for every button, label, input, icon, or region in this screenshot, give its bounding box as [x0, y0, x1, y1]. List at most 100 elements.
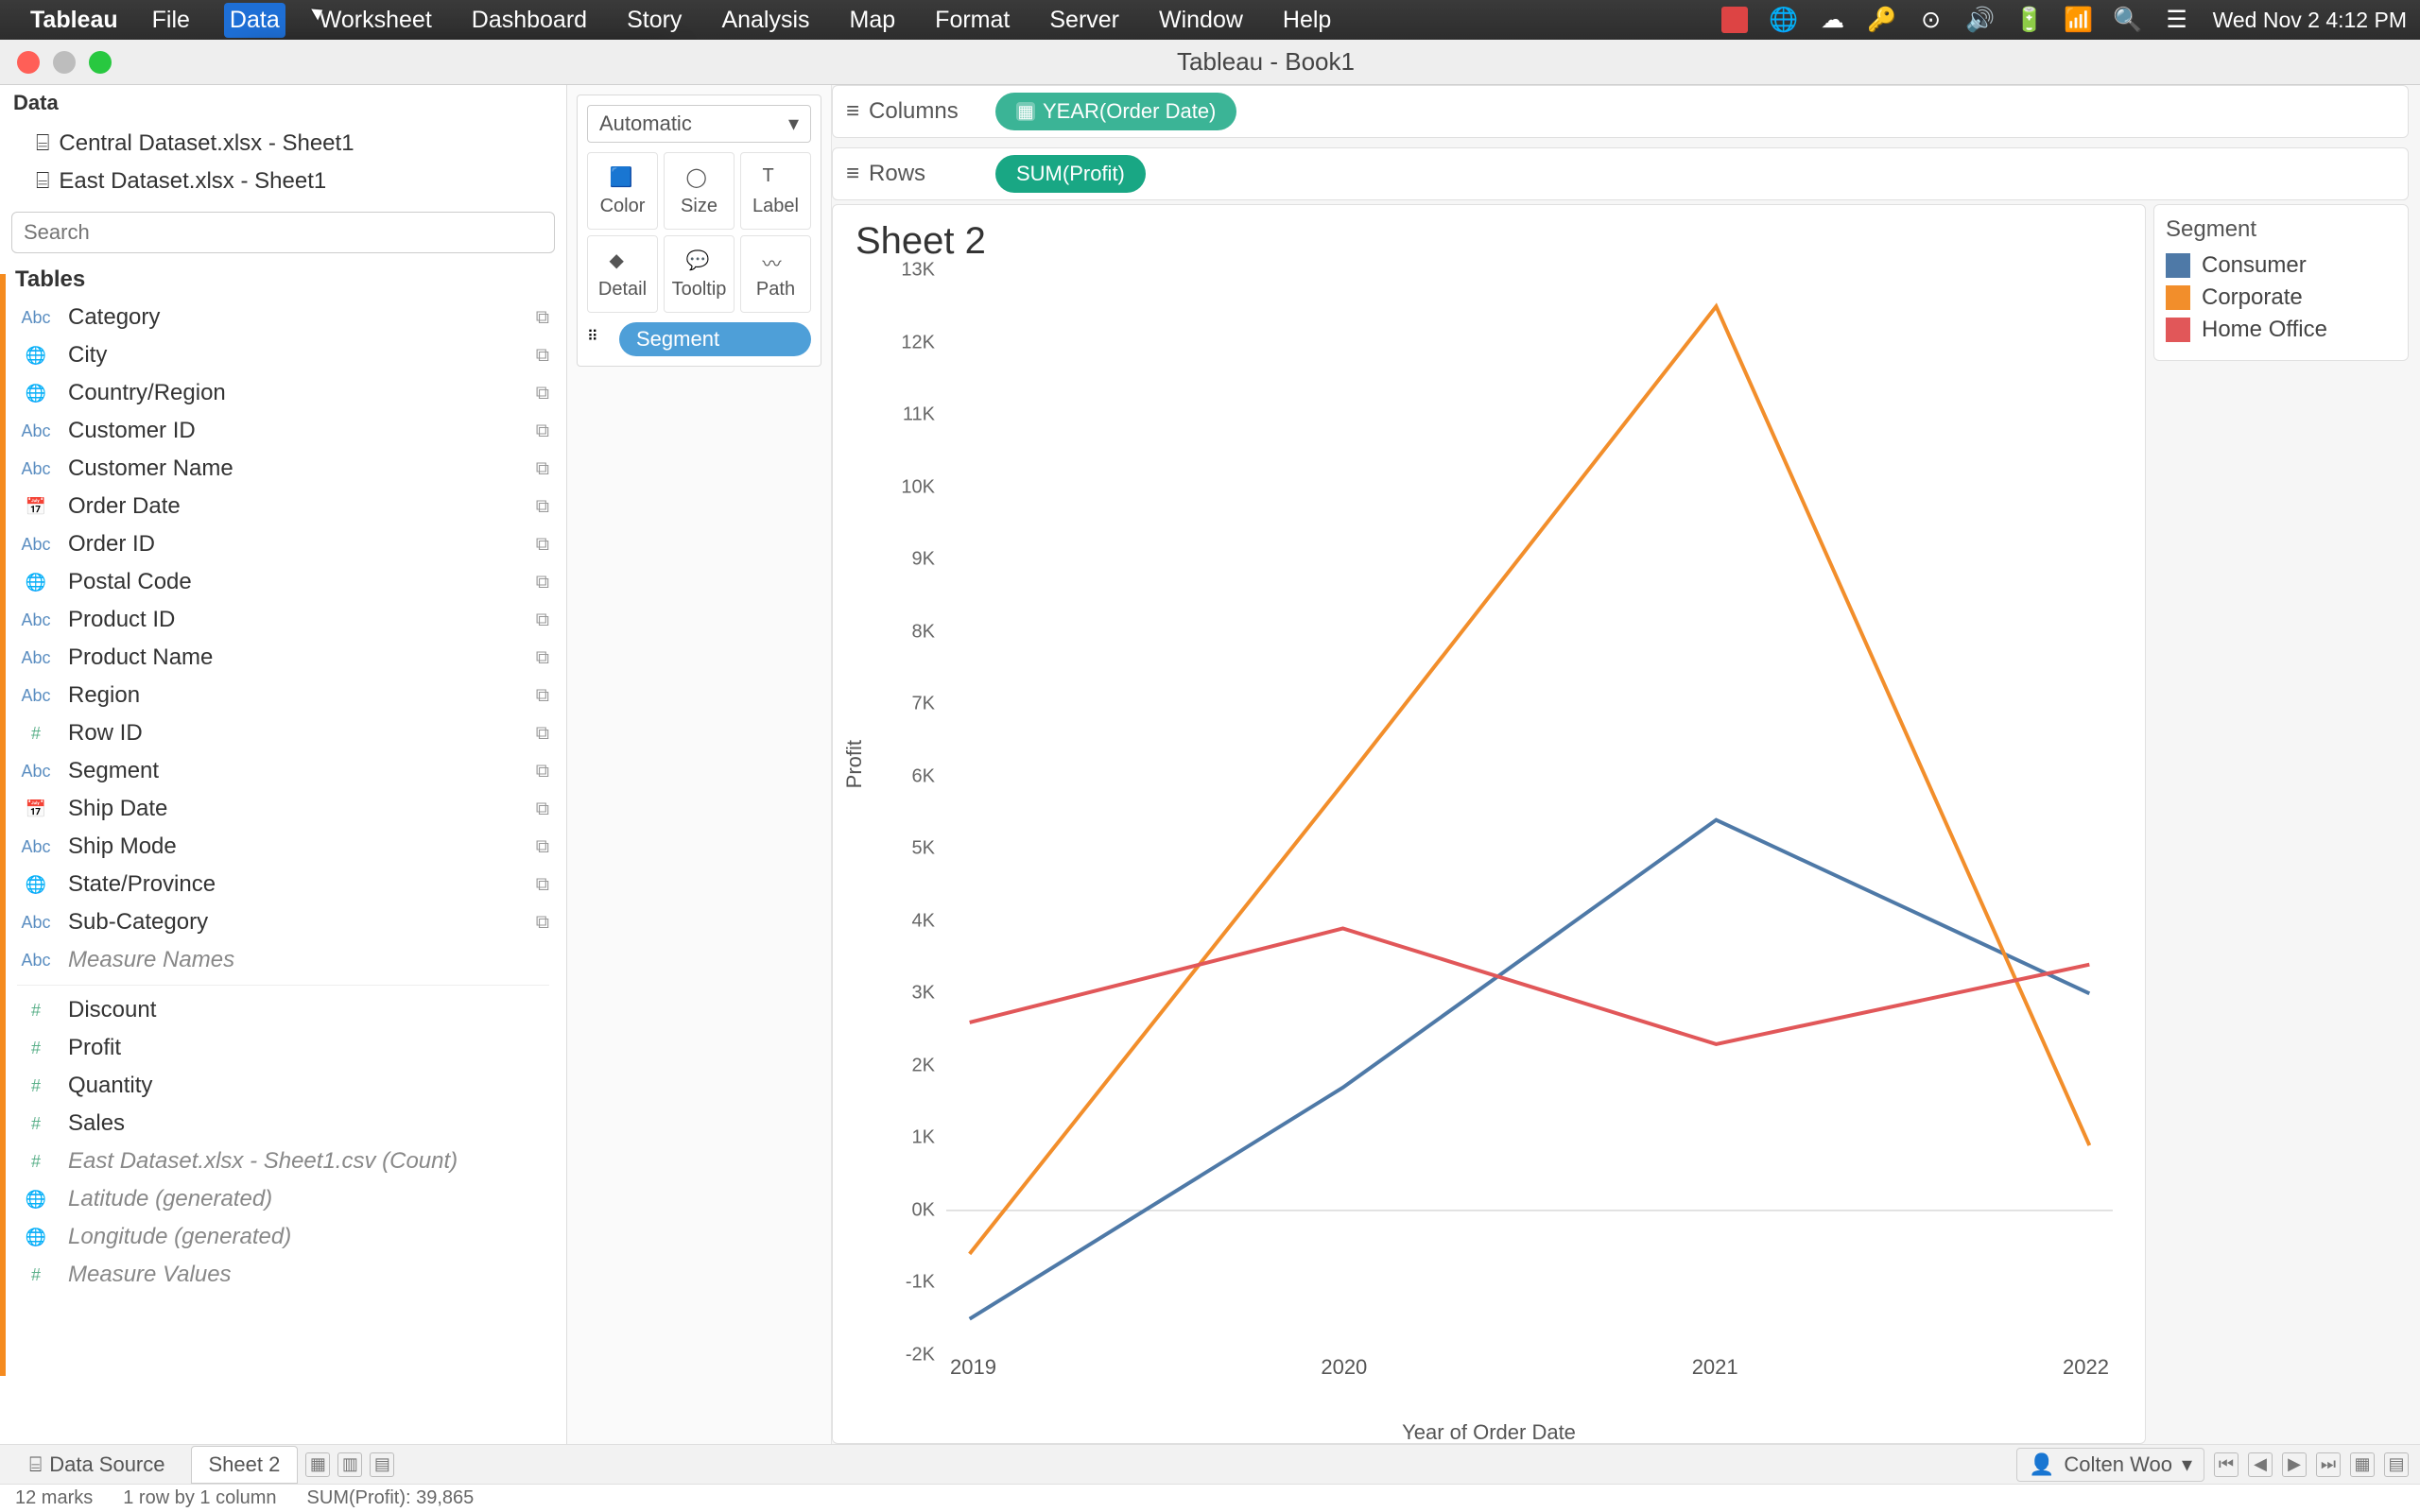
- menu-help[interactable]: Help: [1277, 3, 1337, 38]
- link-icon[interactable]: ⧉: [536, 534, 549, 556]
- marks-segment-pill[interactable]: Segment: [619, 322, 811, 356]
- nav-prev-button[interactable]: ◀: [2248, 1452, 2273, 1477]
- menu-analysis[interactable]: Analysis: [716, 3, 815, 38]
- new-dashboard-button[interactable]: ▥: [337, 1452, 362, 1477]
- nav-last-button[interactable]: ⏭: [2316, 1452, 2341, 1477]
- datasource-item[interactable]: ⌸East Dataset.xlsx - Sheet1: [8, 163, 559, 200]
- field-item[interactable]: #Row ID⧉: [0, 714, 566, 752]
- menu-story[interactable]: Story: [621, 3, 687, 38]
- link-icon[interactable]: ⧉: [536, 874, 549, 896]
- datasource-item[interactable]: ⌸Central Dataset.xlsx - Sheet1: [8, 125, 559, 163]
- sheet-title[interactable]: Sheet 2: [856, 220, 2122, 263]
- nav-first-button[interactable]: ⏮: [2214, 1452, 2238, 1477]
- tab-datasource[interactable]: ⌸Data Source: [11, 1446, 183, 1484]
- link-icon[interactable]: ⧉: [536, 458, 549, 480]
- link-icon[interactable]: ⧉: [536, 307, 549, 329]
- field-item[interactable]: 📅Ship Date⧉: [0, 790, 566, 828]
- field-item[interactable]: 🌐Longitude (generated): [0, 1218, 566, 1256]
- menu-map[interactable]: Map: [844, 3, 902, 38]
- tray-icon-1[interactable]: [1721, 7, 1748, 33]
- link-icon[interactable]: ⧉: [536, 799, 549, 820]
- field-item[interactable]: AbcProduct Name⧉: [0, 639, 566, 677]
- marks-color-button[interactable]: 🟦Color: [587, 152, 658, 230]
- field-item[interactable]: AbcSegment⧉: [0, 752, 566, 790]
- field-item[interactable]: AbcRegion⧉: [0, 677, 566, 714]
- search-input[interactable]: [11, 212, 555, 253]
- link-icon[interactable]: ⧉: [536, 572, 549, 593]
- field-item[interactable]: #East Dataset.xlsx - Sheet1.csv (Count): [0, 1143, 566, 1180]
- field-item[interactable]: AbcSub-Category⧉: [0, 903, 566, 941]
- link-icon[interactable]: ⧉: [536, 496, 549, 518]
- field-item[interactable]: 🌐State/Province⧉: [0, 866, 566, 903]
- link-icon[interactable]: ⧉: [536, 761, 549, 782]
- legend-item[interactable]: Home Office: [2166, 317, 2396, 343]
- marks-detail-button[interactable]: ◆Detail: [587, 235, 658, 313]
- field-item[interactable]: AbcShip Mode⧉: [0, 828, 566, 866]
- show-filmstrip-button[interactable]: ▦: [2350, 1452, 2375, 1477]
- legend-item[interactable]: Consumer: [2166, 252, 2396, 279]
- field-item[interactable]: 🌐City⧉: [0, 336, 566, 374]
- columns-shelf[interactable]: ≡Columns ▦YEAR(Order Date): [832, 85, 2409, 138]
- legend-card[interactable]: Segment ConsumerCorporateHome Office: [2153, 204, 2409, 361]
- field-item[interactable]: AbcMeasure Names: [0, 941, 566, 979]
- field-item[interactable]: 📅Order Date⧉: [0, 488, 566, 525]
- viz-area[interactable]: Sheet 2 Profit 13K12K11K10K9K8K7K6K5K4K3…: [832, 204, 2146, 1444]
- tray-play-icon[interactable]: ⊙: [1918, 7, 1945, 33]
- field-item[interactable]: AbcCategory⧉: [0, 299, 566, 336]
- link-icon[interactable]: ⧉: [536, 685, 549, 707]
- menu-worksheet[interactable]: Worksheet: [314, 3, 438, 38]
- field-item[interactable]: AbcCustomer Name⧉: [0, 450, 566, 488]
- nav-next-button[interactable]: ▶: [2282, 1452, 2307, 1477]
- menu-file[interactable]: File: [147, 3, 196, 38]
- expand-icon[interactable]: ▦: [1016, 102, 1035, 121]
- marks-tooltip-button[interactable]: 💬Tooltip: [664, 235, 735, 313]
- line-home-office[interactable]: [970, 928, 2090, 1043]
- tray-key-icon[interactable]: 🔑: [1869, 7, 1895, 33]
- tray-icon-3[interactable]: ☁: [1820, 7, 1846, 33]
- new-worksheet-button[interactable]: ▦: [305, 1452, 330, 1477]
- line-corporate[interactable]: [970, 306, 2090, 1254]
- field-item[interactable]: AbcCustomer ID⧉: [0, 412, 566, 450]
- tray-volume-icon[interactable]: 🔊: [1967, 7, 1994, 33]
- columns-pill[interactable]: ▦YEAR(Order Date): [995, 93, 1236, 130]
- field-item[interactable]: #Profit: [0, 1029, 566, 1067]
- minimize-window-button[interactable]: [53, 51, 76, 74]
- plot-area[interactable]: [946, 270, 2113, 1355]
- field-item[interactable]: AbcOrder ID⧉: [0, 525, 566, 563]
- tray-search-icon[interactable]: 🔍: [2115, 7, 2141, 33]
- tray-battery-icon[interactable]: 🔋: [2016, 7, 2043, 33]
- tray-wifi-icon[interactable]: 📶: [2066, 7, 2092, 33]
- tab-sheet-2[interactable]: Sheet 2: [191, 1446, 299, 1484]
- show-sorter-button[interactable]: ▤: [2384, 1452, 2409, 1477]
- zoom-window-button[interactable]: [89, 51, 112, 74]
- link-icon[interactable]: ⧉: [536, 421, 549, 442]
- field-item[interactable]: #Discount: [0, 991, 566, 1029]
- menu-format[interactable]: Format: [929, 3, 1015, 38]
- marks-size-button[interactable]: ◯Size: [664, 152, 735, 230]
- link-icon[interactable]: ⧉: [536, 647, 549, 669]
- marks-label-button[interactable]: TLabel: [740, 152, 811, 230]
- menu-dashboard[interactable]: Dashboard: [466, 3, 593, 38]
- field-item[interactable]: #Quantity: [0, 1067, 566, 1105]
- user-menu[interactable]: 👤 Colten Woo ▾: [2016, 1448, 2204, 1482]
- tray-icon-2[interactable]: 🌐: [1771, 7, 1797, 33]
- marks-path-button[interactable]: 〰Path: [740, 235, 811, 313]
- field-item[interactable]: #Measure Values: [0, 1256, 566, 1294]
- app-name[interactable]: Tableau: [30, 7, 118, 34]
- field-item[interactable]: AbcProduct ID⧉: [0, 601, 566, 639]
- clock[interactable]: Wed Nov 2 4:12 PM: [2213, 8, 2407, 33]
- link-icon[interactable]: ⧉: [536, 723, 549, 745]
- new-story-button[interactable]: ▤: [370, 1452, 394, 1477]
- legend-item[interactable]: Corporate: [2166, 284, 2396, 311]
- close-window-button[interactable]: [17, 51, 40, 74]
- menu-data[interactable]: Data: [224, 3, 285, 38]
- link-icon[interactable]: ⧉: [536, 383, 549, 404]
- line-consumer[interactable]: [970, 820, 2090, 1319]
- rows-pill[interactable]: SUM(Profit): [995, 155, 1146, 193]
- link-icon[interactable]: ⧉: [536, 610, 549, 631]
- field-item[interactable]: 🌐Country/Region⧉: [0, 374, 566, 412]
- field-item[interactable]: 🌐Postal Code⧉: [0, 563, 566, 601]
- link-icon[interactable]: ⧉: [536, 912, 549, 934]
- menu-server[interactable]: Server: [1044, 3, 1125, 38]
- link-icon[interactable]: ⧉: [536, 345, 549, 367]
